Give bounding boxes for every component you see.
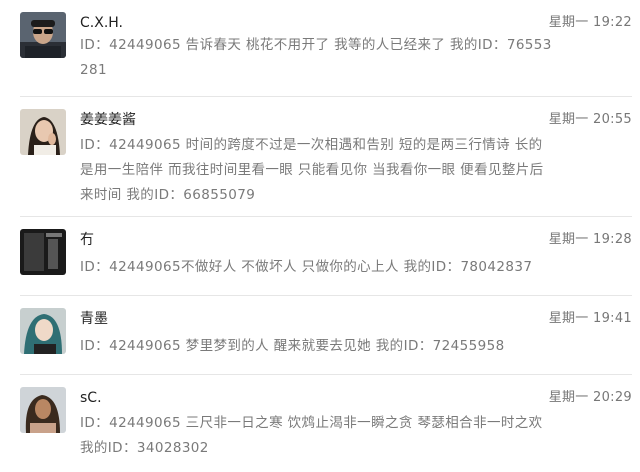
comment-time: 星期一 20:29 xyxy=(548,390,632,405)
avatar[interactable] xyxy=(20,229,66,275)
comment-text: ID：42449065 时间的跨度不过是一次相遇和告别 短的是两三行情诗 长的是… xyxy=(80,137,544,203)
list-item[interactable]: 青墨 星期一 19:41 ID：42449065 梦里梦到的人 醒来就要去见她 … xyxy=(0,296,640,374)
commenter-name: 青墨 xyxy=(80,311,108,327)
avatar[interactable] xyxy=(20,308,66,354)
comment-text: ID：42449065 梦里梦到的人 醒来就要去见她 我的ID：72455958 xyxy=(80,338,505,354)
avatar[interactable] xyxy=(20,12,66,58)
comment-list: C.X.H. 星期一 19:22 ID：42449065 告诉春天 桃花不用开了… xyxy=(0,0,640,472)
commenter-name: 冇 xyxy=(80,232,94,248)
comment-time: 星期一 19:41 xyxy=(548,311,632,326)
comment-time: 星期一 19:22 xyxy=(548,15,632,30)
comment-text: ID：42449065 告诉春天 桃花不用开了 我等的人已经来了 我的ID：76… xyxy=(80,37,552,78)
avatar[interactable] xyxy=(20,109,66,155)
comment-time: 星期一 19:28 xyxy=(548,232,632,247)
list-item[interactable]: sC. 星期一 20:29 ID：42449065 三尺非一日之寒 饮鸩止渴非一… xyxy=(0,375,640,472)
commenter-name: C.X.H. xyxy=(80,15,123,31)
comment-text: ID：42449065 三尺非一日之寒 饮鸩止渴非一瞬之贪 琴瑟相合非一时之欢 … xyxy=(80,415,543,456)
list-item[interactable]: C.X.H. 星期一 19:22 ID：42449065 告诉春天 桃花不用开了… xyxy=(0,0,640,95)
avatar[interactable] xyxy=(20,387,66,433)
list-item[interactable]: 冇 星期一 19:28 ID：42449065不做好人 不做坏人 只做你的心上人… xyxy=(0,217,640,295)
comment-text: ID：42449065不做好人 不做坏人 只做你的心上人 我的ID：780428… xyxy=(80,259,533,275)
commenter-name: 姜姜姜酱 xyxy=(80,112,136,128)
commenter-name: sC. xyxy=(80,390,102,406)
comment-time: 星期一 20:55 xyxy=(548,112,632,127)
list-item[interactable]: 姜姜姜酱 星期一 20:55 ID：42449065 时间的跨度不过是一次相遇和… xyxy=(0,97,640,215)
